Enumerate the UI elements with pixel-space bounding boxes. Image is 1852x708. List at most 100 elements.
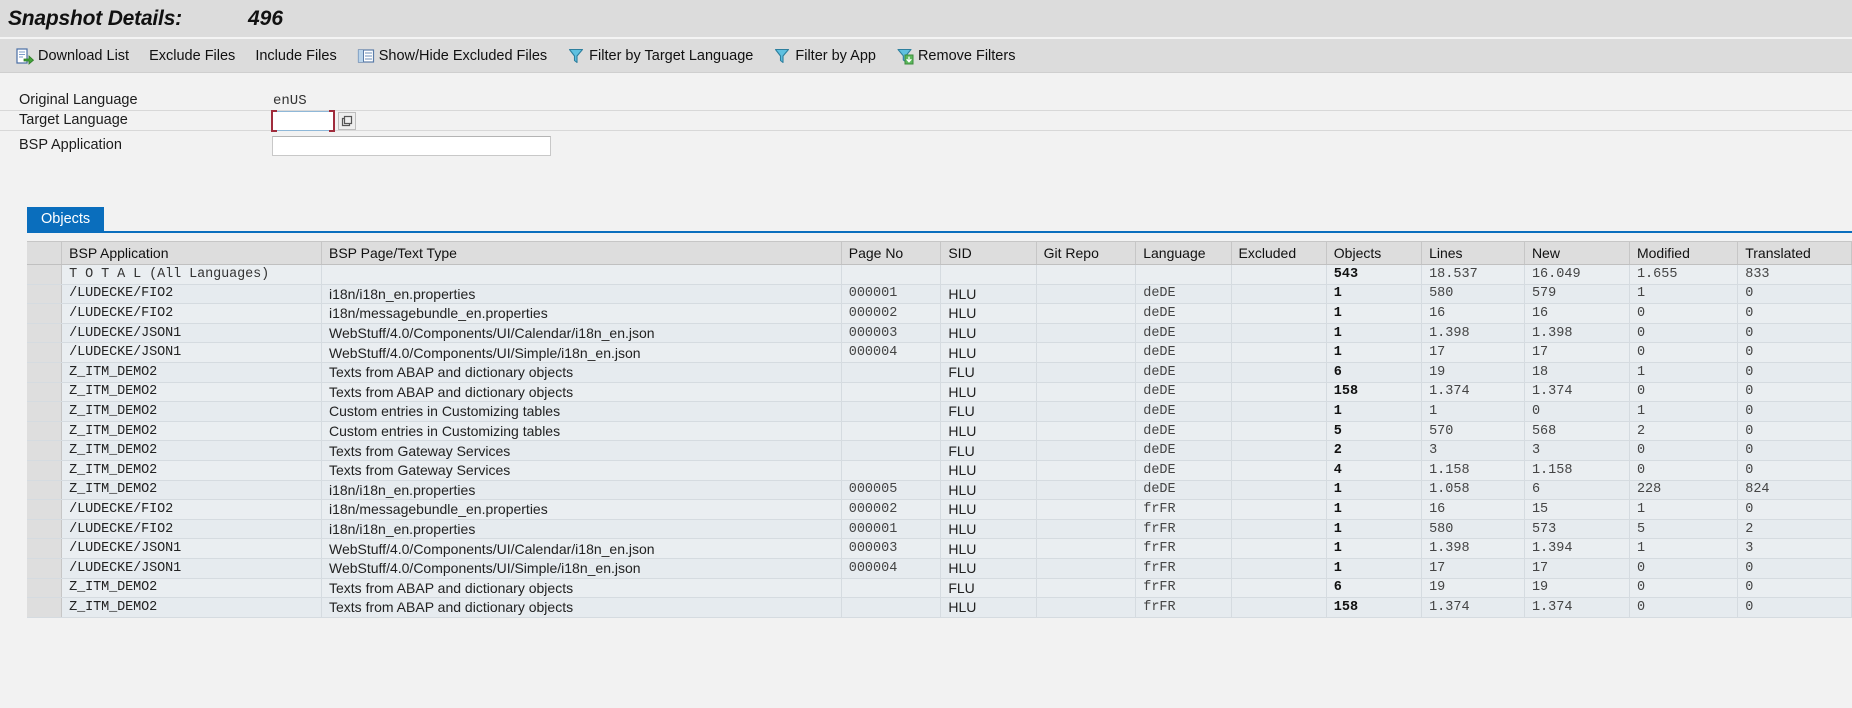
column-header-objects[interactable]: Objects — [1326, 241, 1423, 265]
row-select-cell[interactable] — [27, 401, 63, 422]
table-row[interactable]: /LUDECKE/JSON1 WebStuff/4.0/Components/UI… — [27, 323, 1852, 344]
table-row[interactable]: /LUDECKE/FIO2 i18n/i18n_en.properties 0000… — [27, 284, 1852, 305]
cell-modified: 2 — [1629, 421, 1739, 442]
row-select-cell[interactable] — [27, 480, 63, 501]
value-help-button[interactable] — [338, 111, 356, 130]
row-select-cell[interactable] — [27, 421, 63, 442]
table-row[interactable]: /LUDECKE/FIO2 i18n/i18n_en.properties 0000… — [27, 519, 1852, 540]
row-select-cell[interactable] — [27, 284, 63, 305]
toolbar-button-download-list[interactable]: Download List — [6, 42, 139, 70]
bsp-application-label: BSP Application — [19, 137, 122, 153]
column-header-bsp-application[interactable]: BSP Application — [61, 241, 322, 265]
column-header-git-repo[interactable]: Git Repo — [1036, 241, 1137, 265]
toolbar-button-show-hide-excluded-files[interactable]: Show/Hide Excluded Files — [347, 42, 557, 70]
bsp-application-input[interactable] — [272, 136, 551, 156]
toolbar-button-filter-by-target-language[interactable]: Filter by Target Language — [557, 42, 763, 70]
column-header-lines[interactable]: Lines — [1421, 241, 1525, 265]
table-row[interactable]: Z_ITM_DEMO2 Texts from ABAP and dictionar… — [27, 362, 1852, 383]
row-select-cell[interactable] — [27, 519, 63, 540]
table-row[interactable]: Z_ITM_DEMO2 i18n/i18n_en.properties 000005… — [27, 480, 1852, 501]
cell-page: Texts from Gateway Services — [321, 440, 842, 461]
cell-translated: 0 — [1737, 342, 1852, 363]
cell-new: 6 — [1524, 480, 1630, 501]
cell-excluded — [1231, 578, 1327, 599]
cell-sid: HLU — [940, 303, 1037, 324]
cell-lang: deDE — [1135, 401, 1232, 422]
column-header-modified[interactable]: Modified — [1629, 241, 1739, 265]
row-select-cell[interactable] — [27, 558, 63, 579]
cell-objects: 5 — [1326, 421, 1423, 442]
cell-pageno: 000003 — [841, 323, 942, 344]
toolbar-button-label: Download List — [38, 47, 130, 64]
row-select-cell[interactable] — [27, 499, 63, 520]
cell-pageno — [841, 401, 942, 422]
row-select-cell[interactable] — [27, 362, 63, 383]
row-select-cell[interactable] — [27, 323, 63, 344]
cell-app: /LUDECKE/FIO2 — [61, 303, 322, 324]
toolbar-button-filter-by-app[interactable]: Filter by App — [763, 42, 886, 70]
cell-lang: frFR — [1135, 558, 1232, 579]
table-row[interactable]: /LUDECKE/JSON1 WebStuff/4.0/Components/UI… — [27, 342, 1852, 363]
table-row[interactable]: T O T A L (All Languages) 543 18.537 16.049… — [27, 264, 1852, 285]
column-header-page-no[interactable]: Page No — [841, 241, 942, 265]
cell-lang: deDE — [1135, 421, 1232, 442]
cell-git — [1036, 342, 1137, 363]
original-language-row: Original Language enUS — [0, 91, 1852, 111]
select-all-header[interactable] — [27, 241, 63, 265]
cell-page: WebStuff/4.0/Components/UI/Calendar/i18n… — [321, 538, 842, 559]
cell-sid: HLU — [940, 597, 1037, 618]
toolbar-button-exclude-files[interactable]: Exclude Files — [139, 42, 245, 70]
cell-page: i18n/i18n_en.properties — [321, 480, 842, 501]
target-language-input[interactable] — [272, 110, 334, 131]
target-language-label: Target Language — [0, 111, 272, 131]
toolbar-button-remove-filters[interactable]: Remove Filters — [886, 42, 1026, 70]
cell-page — [321, 264, 842, 285]
cell-objects: 1 — [1326, 519, 1423, 540]
cell-excluded — [1231, 264, 1327, 285]
column-header-new[interactable]: New — [1524, 241, 1630, 265]
table-row[interactable]: /LUDECKE/JSON1 WebStuff/4.0/Components/UI… — [27, 558, 1852, 579]
cell-sid: HLU — [940, 284, 1037, 305]
cell-app: Z_ITM_DEMO2 — [61, 480, 322, 501]
row-select-cell[interactable] — [27, 382, 63, 403]
column-header-language[interactable]: Language — [1135, 241, 1232, 265]
row-select-cell[interactable] — [27, 460, 63, 481]
cell-modified: 1 — [1629, 284, 1739, 305]
cell-app: /LUDECKE/FIO2 — [61, 284, 322, 305]
table-row[interactable]: /LUDECKE/JSON1 WebStuff/4.0/Components/UI… — [27, 538, 1852, 559]
table-row[interactable]: Z_ITM_DEMO2 Texts from ABAP and dictionar… — [27, 578, 1852, 599]
cell-page: Texts from ABAP and dictionary objects — [321, 578, 842, 599]
cell-lang: deDE — [1135, 342, 1232, 363]
table-row[interactable]: Z_ITM_DEMO2 Texts from Gateway Services FL… — [27, 440, 1852, 461]
cell-excluded — [1231, 323, 1327, 344]
row-select-cell[interactable] — [27, 578, 63, 599]
column-header-sid[interactable]: SID — [940, 241, 1037, 265]
row-select-cell[interactable] — [27, 303, 63, 324]
column-header-excluded[interactable]: Excluded — [1231, 241, 1327, 265]
cell-sid — [940, 264, 1037, 285]
cell-app: /LUDECKE/FIO2 — [61, 499, 322, 520]
cell-lang — [1135, 264, 1232, 285]
table-row[interactable]: Z_ITM_DEMO2 Custom entries in Customizing… — [27, 401, 1852, 422]
cell-git — [1036, 558, 1137, 579]
table-row[interactable]: /LUDECKE/FIO2 i18n/messagebundle_en.prope… — [27, 499, 1852, 520]
table-row[interactable]: Z_ITM_DEMO2 Texts from ABAP and dictionar… — [27, 597, 1852, 618]
cell-lang: deDE — [1135, 460, 1232, 481]
column-header-bsp-page-text-type[interactable]: BSP Page/Text Type — [321, 241, 842, 265]
row-select-cell[interactable] — [27, 440, 63, 461]
tab-objects[interactable]: Objects — [27, 207, 105, 231]
column-header-translated[interactable]: Translated — [1737, 241, 1852, 265]
row-select-cell[interactable] — [27, 264, 63, 285]
row-select-cell[interactable] — [27, 597, 63, 618]
table-row[interactable]: Z_ITM_DEMO2 Custom entries in Customizing… — [27, 421, 1852, 442]
cell-app: /LUDECKE/JSON1 — [61, 538, 322, 559]
cell-modified: 1 — [1629, 401, 1739, 422]
cell-sid: HLU — [940, 480, 1037, 501]
table-row[interactable]: Z_ITM_DEMO2 Texts from ABAP and dictionar… — [27, 382, 1852, 403]
cell-lang: deDE — [1135, 480, 1232, 501]
table-row[interactable]: /LUDECKE/FIO2 i18n/messagebundle_en.prope… — [27, 303, 1852, 324]
toolbar-button-include-files[interactable]: Include Files — [245, 42, 346, 70]
row-select-cell[interactable] — [27, 538, 63, 559]
row-select-cell[interactable] — [27, 342, 63, 363]
table-row[interactable]: Z_ITM_DEMO2 Texts from Gateway Services HL… — [27, 460, 1852, 481]
